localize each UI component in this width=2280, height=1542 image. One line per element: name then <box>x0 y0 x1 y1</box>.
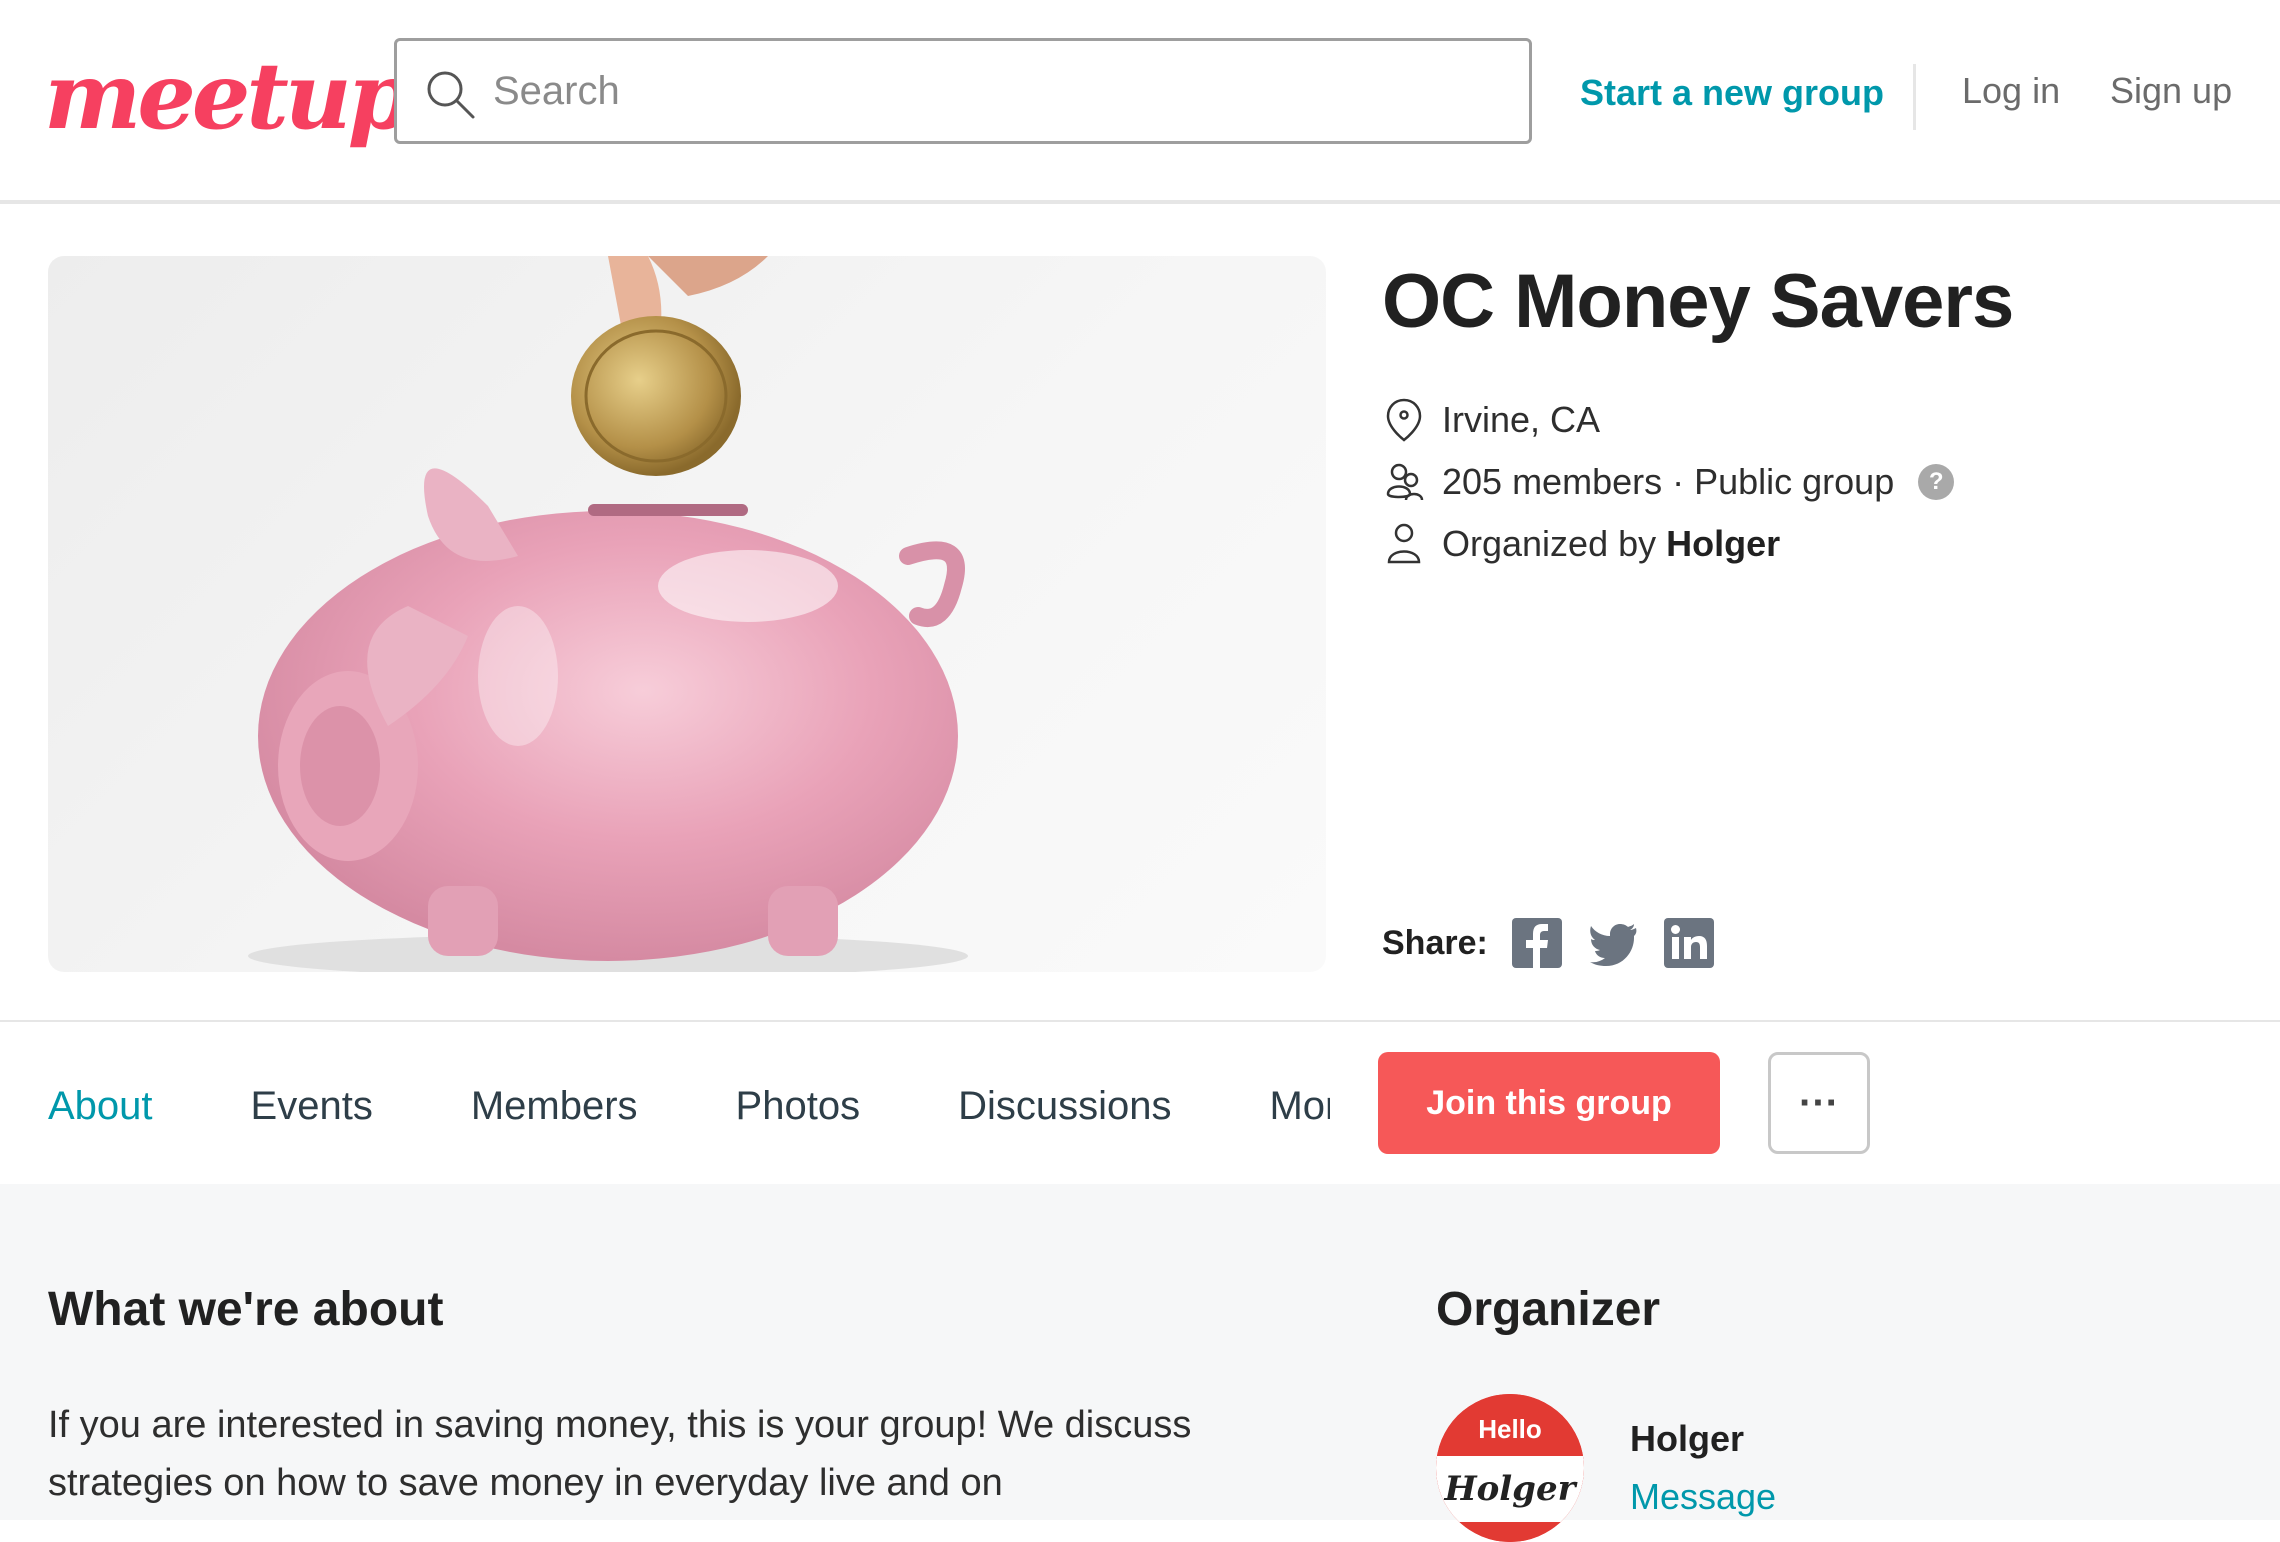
group-hero-image <box>48 256 1326 972</box>
linkedin-icon[interactable] <box>1663 918 1714 968</box>
about-description: If you are interested in saving money, t… <box>48 1404 1192 1504</box>
search-icon <box>427 71 475 119</box>
group-tabs-bar: About Events Members Photos Discussions … <box>0 1020 2280 1184</box>
tab-more[interactable]: More <box>1269 1084 1330 1129</box>
location-row: Irvine, CA <box>1384 396 1600 444</box>
about-section: What we're about If you are interested i… <box>0 1184 2280 1542</box>
nav-divider <box>1913 64 1916 130</box>
tab-photos[interactable]: Photos <box>736 1084 861 1129</box>
message-organizer-link[interactable]: Message <box>1630 1476 1776 1518</box>
tab-discussions[interactable]: Discussions <box>958 1084 1171 1129</box>
tab-members[interactable]: Members <box>471 1084 638 1129</box>
tab-about[interactable]: About <box>48 1084 153 1129</box>
join-group-button[interactable]: Join this group <box>1378 1052 1720 1154</box>
organizer-name[interactable]: Holger <box>1630 1418 1744 1460</box>
share-row: Share: <box>1382 918 1740 968</box>
facebook-icon[interactable] <box>1511 918 1562 968</box>
search-box[interactable] <box>394 38 1532 144</box>
help-icon[interactable]: ? <box>1918 464 1955 500</box>
organized-by-label: Organized by <box>1442 523 1667 564</box>
organizer-heading: Organizer <box>1436 1283 1661 1336</box>
about-heading: What we're about <box>48 1283 444 1336</box>
top-header: meetup Start a new group Log in Sign up <box>0 0 2280 204</box>
signup-link[interactable]: Sign up <box>2110 70 2232 112</box>
organizer-link[interactable]: Holger <box>1666 523 1780 565</box>
members-text[interactable]: 205 members · Public group <box>1442 461 1894 503</box>
share-label: Share: <box>1382 923 1488 962</box>
group-tabs: About Events Members Photos Discussions … <box>48 1084 1330 1129</box>
logo-text: meetup <box>44 42 412 150</box>
login-link[interactable]: Log in <box>1962 70 2060 112</box>
meetup-logo[interactable]: meetup <box>44 36 412 156</box>
piggy-bank-illustration <box>248 256 968 972</box>
location-pin-icon <box>1386 398 1422 442</box>
twitter-icon[interactable] <box>1588 918 1638 968</box>
more-options-button[interactable]: ··· <box>1768 1052 1870 1154</box>
members-icon <box>1386 463 1424 501</box>
search-input[interactable] <box>493 59 1493 123</box>
group-title: OC Money Savers <box>1382 259 2014 344</box>
tab-events[interactable]: Events <box>251 1084 373 1129</box>
members-row: 205 members · Public group ? <box>1384 458 1955 506</box>
badge-hello-text: Hello <box>1478 1414 1542 1444</box>
location-text[interactable]: Irvine, CA <box>1442 399 1600 441</box>
organizer-row: Organized by Holger <box>1384 520 1780 568</box>
badge-name-text: Holger <box>1443 1469 1577 1509</box>
person-icon <box>1387 523 1421 564</box>
start-new-group-link[interactable]: Start a new group <box>1580 72 1884 114</box>
